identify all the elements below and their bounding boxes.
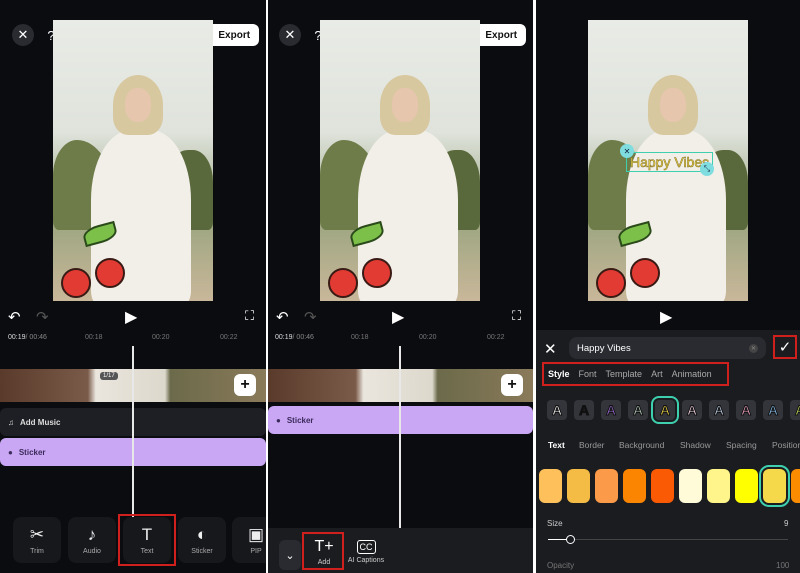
fullscreen-icon[interactable]: ⛶: [512, 308, 521, 324]
close-icon[interactable]: ✕: [544, 340, 557, 358]
subtab-position[interactable]: Position: [772, 440, 800, 450]
tab-template[interactable]: Template: [606, 369, 643, 379]
play-icon[interactable]: ▶: [660, 307, 672, 327]
time-tick: 00:20: [152, 334, 170, 341]
tab-art[interactable]: Art: [651, 369, 663, 379]
add-clip-button[interactable]: +: [501, 374, 523, 396]
play-icon[interactable]: ▶: [125, 307, 137, 327]
subtab-shadow[interactable]: Shadow: [680, 440, 711, 450]
color-swatch[interactable]: [735, 469, 758, 503]
undo-icon[interactable]: ↶: [8, 308, 21, 326]
text-style-preset[interactable]: A: [763, 400, 783, 420]
text-style-preset[interactable]: A: [628, 400, 648, 420]
image-icon: ▣: [247, 525, 265, 544]
playhead[interactable]: [132, 346, 134, 518]
subtab-border[interactable]: Border: [579, 440, 605, 450]
text-style-preset[interactable]: A: [736, 400, 756, 420]
text-style-preset[interactable]: A: [601, 400, 621, 420]
fullscreen-icon[interactable]: ⛶: [245, 308, 254, 324]
subtab-text[interactable]: Text: [548, 440, 565, 450]
captions-icon: CC: [356, 540, 376, 554]
remove-text-icon[interactable]: ✕: [620, 144, 634, 158]
color-swatch[interactable]: [651, 469, 674, 503]
opacity-value: 100: [776, 561, 790, 570]
size-slider[interactable]: [548, 535, 788, 544]
time-tick: 00:18: [85, 334, 103, 341]
sticker-icon: ●: [8, 447, 13, 457]
opacity-label: Opacity: [547, 561, 575, 570]
subtab-background[interactable]: Background: [619, 440, 664, 450]
size-value: 9: [784, 519, 789, 528]
color-swatch[interactable]: [707, 469, 730, 503]
tab-font[interactable]: Font: [579, 369, 597, 379]
resize-handle-icon[interactable]: ⤡: [700, 162, 714, 176]
sticker-icon: ◐: [196, 525, 208, 544]
subtab-spacing[interactable]: Spacing: [726, 440, 757, 450]
slider-handle[interactable]: [565, 535, 575, 544]
undo-icon[interactable]: ↶: [276, 308, 289, 326]
editor-panel-2: ✕ ? ⇪Export ↶ ↷ ▶ ⛶ 00:19 / 00:46 00:18 …: [268, 0, 533, 573]
color-swatch[interactable]: [595, 469, 618, 503]
time-tick: 00:18: [351, 334, 369, 341]
video-preview[interactable]: [53, 20, 213, 301]
video-preview[interactable]: [320, 20, 480, 301]
redo-icon[interactable]: ↷: [304, 308, 317, 326]
color-swatch[interactable]: [759, 465, 790, 507]
confirm-check-button[interactable]: ✓: [773, 335, 797, 359]
time-tick: 00:22: [487, 334, 505, 341]
tool-trim[interactable]: ✂ Trim: [13, 517, 61, 563]
text-input[interactable]: Happy Vibes ✕: [569, 337, 766, 359]
sticker-icon: ●: [276, 415, 281, 425]
text-style-preset[interactable]: A: [709, 400, 729, 420]
size-label: Size: [547, 519, 563, 528]
highlight-box: [118, 514, 176, 566]
ai-captions-button[interactable]: CC AI Captions: [346, 534, 386, 570]
text-editor-panel: Happy Vibes ✕ ⤡ ▶ ✕ Happy Vibes ✕ ✓ Style…: [536, 0, 800, 573]
color-swatch[interactable]: [679, 469, 702, 503]
music-icon: ♫: [8, 417, 14, 427]
editor-panel-1: ✕ ? ⇪Export ↶ ↷ ▶ ⛶ 00:19 / 00:46 00:18 …: [0, 0, 266, 573]
scissors-icon: ✂: [29, 525, 45, 544]
text-style-preset[interactable]: A: [651, 396, 679, 424]
time-tick: 00:20: [419, 334, 437, 341]
tab-style[interactable]: Style: [548, 369, 570, 379]
clear-icon[interactable]: ✕: [749, 343, 758, 353]
timecode: 00:19 / 00:46: [8, 334, 47, 341]
text-style-preset[interactable]: A: [547, 400, 567, 420]
video-preview[interactable]: Happy Vibes ✕ ⤡: [588, 20, 748, 301]
play-icon[interactable]: ▶: [392, 307, 404, 327]
style-tabs: Style Font Template Art Animation: [542, 362, 729, 386]
close-icon[interactable]: ✕: [12, 24, 34, 46]
text-style-preset[interactable]: A: [682, 400, 702, 420]
playhead[interactable]: [399, 346, 401, 528]
color-swatch[interactable]: [791, 469, 800, 503]
color-swatch[interactable]: [623, 469, 646, 503]
color-swatch[interactable]: [567, 469, 590, 503]
add-clip-button[interactable]: +: [234, 374, 256, 396]
highlight-box: [302, 532, 344, 570]
close-icon[interactable]: ✕: [279, 24, 301, 46]
music-note-icon: ♪: [87, 525, 97, 544]
tool-audio[interactable]: ♪ Audio: [68, 517, 116, 563]
text-style-preset[interactable]: A: [574, 400, 594, 420]
clip-badge: 1/17: [100, 372, 118, 380]
tool-pip[interactable]: ▣ PIP: [232, 517, 266, 563]
timecode: 00:19 / 00:46: [275, 334, 314, 341]
collapse-chevron-icon[interactable]: ⌄: [279, 540, 301, 570]
color-swatch[interactable]: [539, 469, 562, 503]
time-tick: 00:22: [220, 334, 238, 341]
tool-sticker[interactable]: ◐ Sticker: [178, 517, 226, 563]
text-style-preset[interactable]: A: [790, 400, 800, 420]
redo-icon[interactable]: ↷: [36, 308, 49, 326]
tab-animation[interactable]: Animation: [672, 369, 712, 379]
